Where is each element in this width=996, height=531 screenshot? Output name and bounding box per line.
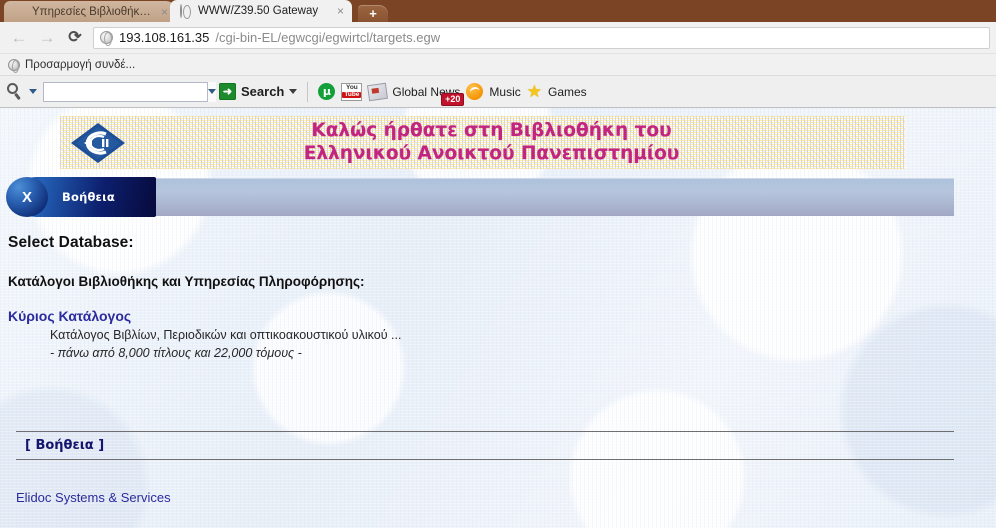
divider-bottom [16, 458, 954, 460]
url-path: /cgi-bin-EL/egwcgi/egwirtcl/targets.egw [215, 30, 441, 45]
page-title: Select Database: [8, 234, 134, 251]
news-count-badge: +20 [441, 92, 465, 106]
star-icon[interactable]: ★ [527, 83, 542, 100]
footer-credit-link[interactable]: Elidoc Systems & Services [16, 490, 996, 505]
music-icon[interactable] [466, 83, 484, 100]
search-button-label: Search [241, 84, 285, 99]
tab-library-services[interactable]: Υπηρεσίες Βιβλιοθήκης Ελλ × [4, 1, 176, 22]
forward-button-icon[interactable]: → [34, 25, 60, 51]
page-viewport: Καλώς ήρθατε στη Βιβλιοθήκη του Ελληνικο… [0, 108, 996, 528]
banner-title-line1: Καλώς ήρθατε στη Βιβλιοθήκη του [311, 119, 672, 141]
page-content: Select Database: Κατάλογοι Βιβλιοθήκης κ… [0, 220, 996, 505]
youtube-tube-label: Tube [342, 90, 362, 98]
tab-strip: Υπηρεσίες Βιβλιοθήκης Ελλ × WWW/Z39.50 G… [0, 0, 996, 22]
games-label[interactable]: Games [548, 85, 587, 99]
page-globe-icon [100, 31, 113, 46]
bookmark-globe-icon [8, 58, 20, 73]
search-history-chevron-down-icon[interactable] [207, 81, 216, 102]
toolbar-divider [307, 81, 309, 102]
bookmarks-bar: Προσαρμογή συνδέ... [0, 54, 996, 76]
diamond-favicon-icon [14, 6, 26, 18]
tab-z3950-gateway[interactable]: WWW/Z39.50 Gateway × [170, 0, 352, 22]
search-icon[interactable] [6, 83, 23, 101]
search-options-chevron-down-icon[interactable] [289, 89, 298, 94]
tab-close-icon[interactable]: × [333, 5, 344, 17]
site-nav-strip: Βοήθεια X [0, 174, 996, 220]
nav-close-button[interactable]: X [6, 177, 48, 217]
reload-button-icon[interactable]: ⟳ [62, 25, 88, 51]
database-description: Κατάλογος Βιβλίων, Περιοδικών και οπτικο… [50, 327, 996, 363]
footer-area: [ Βοήθεια ] [8, 430, 996, 460]
search-button[interactable]: ➜ Search [219, 83, 298, 100]
extension-toolbar: ➜ Search µ You Tube Global News +20 Musi… [0, 76, 996, 108]
back-button-icon[interactable]: ← [6, 25, 32, 51]
browser-nav-bar: ← → ⟳ 193.108.161.35/cgi-bin-EL/egwcgi/e… [0, 22, 996, 54]
new-tab-button[interactable]: + [358, 5, 388, 22]
url-host: 193.108.161.35 [119, 30, 210, 45]
footer-help-link[interactable]: [ Βοήθεια ] [16, 432, 954, 459]
music-label[interactable]: Music [489, 85, 520, 99]
search-provider-chevron-down-icon[interactable] [29, 89, 37, 94]
youtube-icon[interactable]: You Tube [341, 82, 363, 101]
nav-strip-bar [155, 178, 954, 216]
search-input[interactable] [44, 82, 207, 101]
section-subheading: Κατάλογοι Βιβλιοθήκης και Υπηρεσίας Πληρ… [8, 274, 365, 289]
browser-window: Υπηρεσίες Βιβλιοθήκης Ελλ × WWW/Z39.50 G… [0, 0, 996, 531]
database-description-line1: Κατάλογος Βιβλίων, Περιοδικών και οπτικο… [50, 328, 402, 342]
global-news-button[interactable]: Global News +20 [367, 82, 465, 106]
utorrent-icon[interactable]: µ [318, 83, 336, 100]
banner-title-line2: Ελληνικού Ανοικτού Πανεπιστημίου [303, 142, 680, 164]
toolbar-search-box[interactable] [43, 81, 216, 102]
banner-title: Καλώς ήρθατε στη Βιβλιοθήκη του Ελληνικο… [128, 120, 855, 165]
database-description-line2: - πάνω από 8,000 τίτλους και 22,000 τόμο… [50, 345, 302, 360]
site-banner: Καλώς ήρθατε στη Βιβλιοθήκη του Ελληνικο… [60, 116, 905, 169]
arrow-right-icon: ➜ [219, 83, 236, 100]
globe-favicon-icon [180, 4, 192, 18]
tab-title: Υπηρεσίες Βιβλιοθήκης Ελλ [32, 5, 151, 18]
tab-close-icon[interactable]: × [157, 6, 168, 18]
tab-title: WWW/Z39.50 Gateway [198, 5, 319, 17]
bookmark-item-customize[interactable]: Προσαρμογή συνδέ... [25, 59, 135, 71]
database-link-main-catalog[interactable]: Κύριος Κατάλογος [8, 308, 996, 324]
eap-diamond-logo-icon [68, 121, 128, 165]
nav-help-tab-label: Βοήθεια [62, 190, 115, 204]
news-icon [367, 82, 389, 101]
address-bar[interactable]: 193.108.161.35/cgi-bin-EL/egwcgi/egwirtc… [93, 26, 990, 49]
